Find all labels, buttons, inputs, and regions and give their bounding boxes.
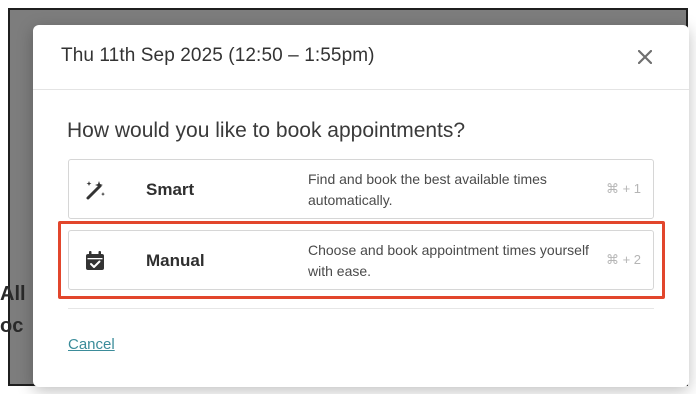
manual-option-description: Choose and book appointment times yourse… <box>308 242 589 279</box>
smart-option-button[interactable]: Smart Find and book the best available t… <box>68 159 654 219</box>
manual-option-button[interactable]: Manual Choose and book appointment times… <box>68 230 654 290</box>
dialog-title: Thu 11th Sep 2025 (12:50 – 1:55pm) <box>61 45 375 66</box>
close-icon <box>638 50 652 64</box>
background-text-fragment: All <box>0 283 26 305</box>
smart-option-description: Find and book the best available times a… <box>308 171 547 208</box>
manual-option-shortcut: ⌘ + 2 <box>605 252 641 267</box>
calendar-check-icon <box>83 249 107 273</box>
booking-mode-dialog: Thu 11th Sep 2025 (12:50 – 1:55pm) How w… <box>33 25 689 387</box>
dialog-header: Thu 11th Sep 2025 (12:50 – 1:55pm) <box>33 25 689 90</box>
close-button[interactable] <box>635 47 655 67</box>
footer-divider <box>68 308 654 309</box>
magic-wand-icon <box>83 178 107 202</box>
cancel-link[interactable]: Cancel <box>68 336 115 353</box>
background-text-fragment: oc <box>0 315 24 337</box>
smart-option-shortcut: ⌘ + 1 <box>605 181 641 196</box>
manual-option-label: Manual <box>146 251 205 270</box>
smart-option-label: Smart <box>146 180 195 199</box>
booking-question: How would you like to book appointments? <box>67 119 466 142</box>
